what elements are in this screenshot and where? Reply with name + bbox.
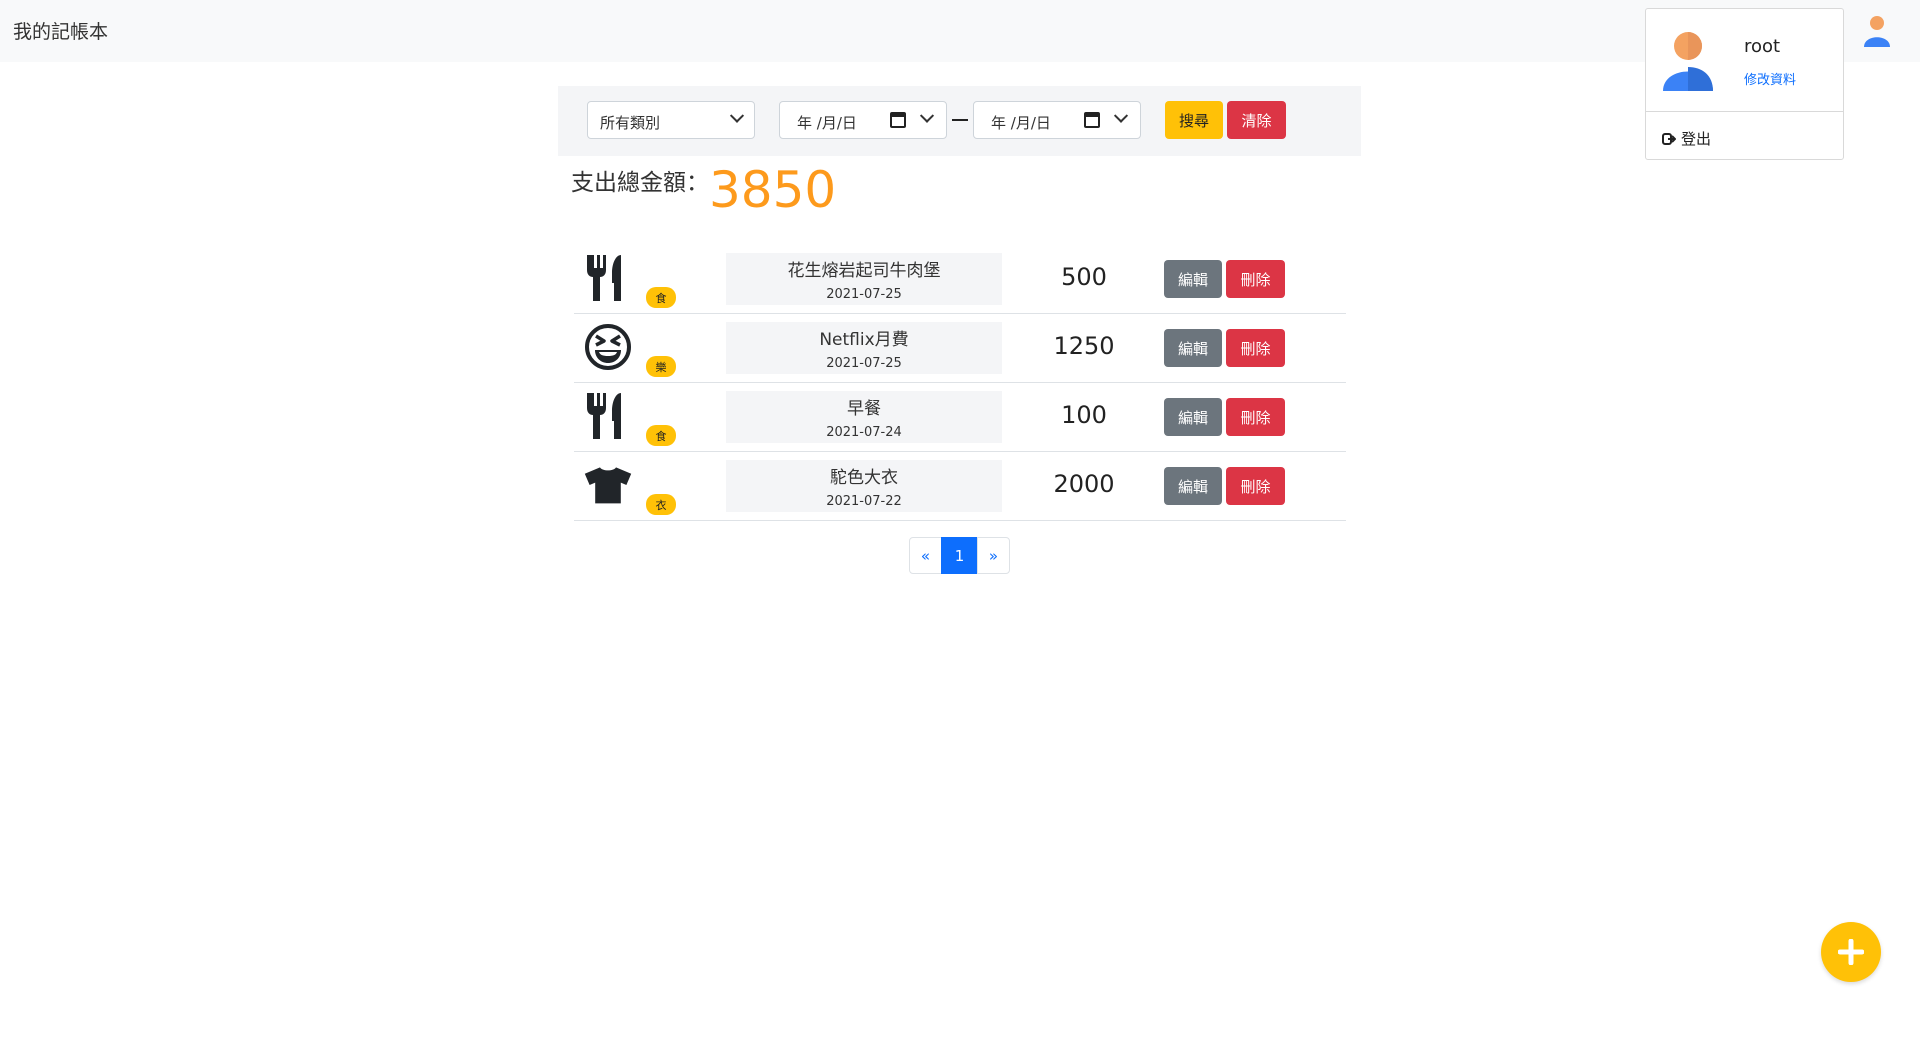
chevron-down-icon — [919, 108, 935, 123]
category-badge: 食 — [646, 425, 676, 446]
filter-bar: 所有類別 年 /月/日 年 /月/日 搜尋 清除 — [558, 86, 1361, 156]
start-date-placeholder: 年 /月/日 — [797, 114, 857, 132]
username: root — [1744, 36, 1781, 57]
edit-button[interactable]: 編輯 — [1164, 260, 1222, 298]
edit-button[interactable]: 編輯 — [1164, 467, 1222, 505]
calendar-icon[interactable] — [890, 112, 906, 128]
tshirt-icon — [584, 467, 632, 504]
list-item: 衣 駝色大衣 2021-07-22 2000 編輯 刪除 — [574, 452, 1346, 521]
record-name: 早餐 — [847, 399, 881, 419]
record-name: 駝色大衣 — [830, 468, 898, 488]
brand-title[interactable]: 我的記帳本 — [13, 17, 108, 44]
delete-button[interactable]: 刪除 — [1226, 329, 1285, 367]
record-amount: 100 — [1061, 401, 1107, 429]
records-list: 食 花生熔岩起司牛肉堡 2021-07-25 500 編輯 刪除 樂 Netfl… — [574, 245, 1346, 521]
category-badge: 衣 — [646, 494, 676, 515]
record-amount: 2000 — [1053, 470, 1115, 498]
delete-button[interactable]: 刪除 — [1226, 467, 1285, 505]
record-amount: 1250 — [1053, 332, 1115, 360]
end-date-placeholder: 年 /月/日 — [991, 114, 1051, 132]
add-record-button[interactable] — [1821, 922, 1881, 982]
edit-button[interactable]: 編輯 — [1164, 398, 1222, 436]
utensils-icon — [587, 393, 621, 439]
record-name: 花生熔岩起司牛肉堡 — [787, 261, 941, 281]
category-badge: 食 — [646, 287, 676, 308]
start-date-input[interactable]: 年 /月/日 — [779, 101, 947, 139]
pagination-page-1[interactable]: 1 — [941, 537, 978, 574]
navbar: 我的記帳本 — [0, 0, 1920, 62]
record-date: 2021-07-24 — [826, 425, 902, 440]
total-amount: 3850 — [709, 161, 837, 219]
record-info: 早餐 2021-07-24 — [726, 391, 1002, 443]
plus-icon — [1838, 939, 1864, 965]
logout-button[interactable]: 登出 — [1662, 128, 1711, 149]
list-item: 樂 Netflix月費 2021-07-25 1250 編輯 刪除 — [574, 314, 1346, 383]
chevron-down-icon — [1113, 108, 1129, 123]
search-button[interactable]: 搜尋 — [1165, 101, 1223, 139]
edit-button[interactable]: 編輯 — [1164, 329, 1222, 367]
date-range-dash — [952, 119, 968, 121]
utensils-icon — [587, 255, 621, 301]
delete-button[interactable]: 刪除 — [1226, 260, 1285, 298]
total-label: 支出總金額： — [571, 170, 709, 196]
pagination-next[interactable]: » — [977, 537, 1010, 574]
logout-label: 登出 — [1681, 130, 1712, 148]
record-info: 花生熔岩起司牛肉堡 2021-07-25 — [726, 253, 1002, 305]
record-amount: 500 — [1061, 263, 1107, 291]
pagination-prev[interactable]: « — [909, 537, 942, 574]
chevron-down-icon — [729, 108, 745, 123]
divider — [1646, 111, 1843, 112]
calendar-icon[interactable] — [1084, 112, 1100, 128]
user-dropdown-menu: root 修改資料 登出 — [1645, 8, 1844, 160]
record-name: Netflix月費 — [819, 330, 909, 350]
sign-out-icon — [1662, 132, 1676, 145]
category-select-value: 所有類別 — [600, 114, 661, 132]
record-date: 2021-07-25 — [826, 356, 902, 371]
end-date-input[interactable]: 年 /月/日 — [973, 101, 1141, 139]
delete-button[interactable]: 刪除 — [1226, 398, 1285, 436]
category-badge: 樂 — [646, 356, 676, 377]
clear-button[interactable]: 清除 — [1227, 101, 1286, 139]
record-date: 2021-07-25 — [826, 287, 902, 302]
laughing-face-icon — [585, 324, 631, 370]
category-select[interactable]: 所有類別 — [587, 101, 755, 139]
user-avatar-icon[interactable] — [1862, 14, 1892, 48]
pagination: « 1 » — [909, 537, 1010, 574]
list-item: 食 花生熔岩起司牛肉堡 2021-07-25 500 編輯 刪除 — [574, 245, 1346, 314]
record-info: Netflix月費 2021-07-25 — [726, 322, 1002, 374]
record-date: 2021-07-22 — [826, 494, 902, 509]
record-info: 駝色大衣 2021-07-22 — [726, 460, 1002, 512]
edit-profile-link[interactable]: 修改資料 — [1744, 69, 1796, 88]
list-item: 食 早餐 2021-07-24 100 編輯 刪除 — [574, 383, 1346, 452]
user-avatar-icon — [1663, 32, 1713, 91]
